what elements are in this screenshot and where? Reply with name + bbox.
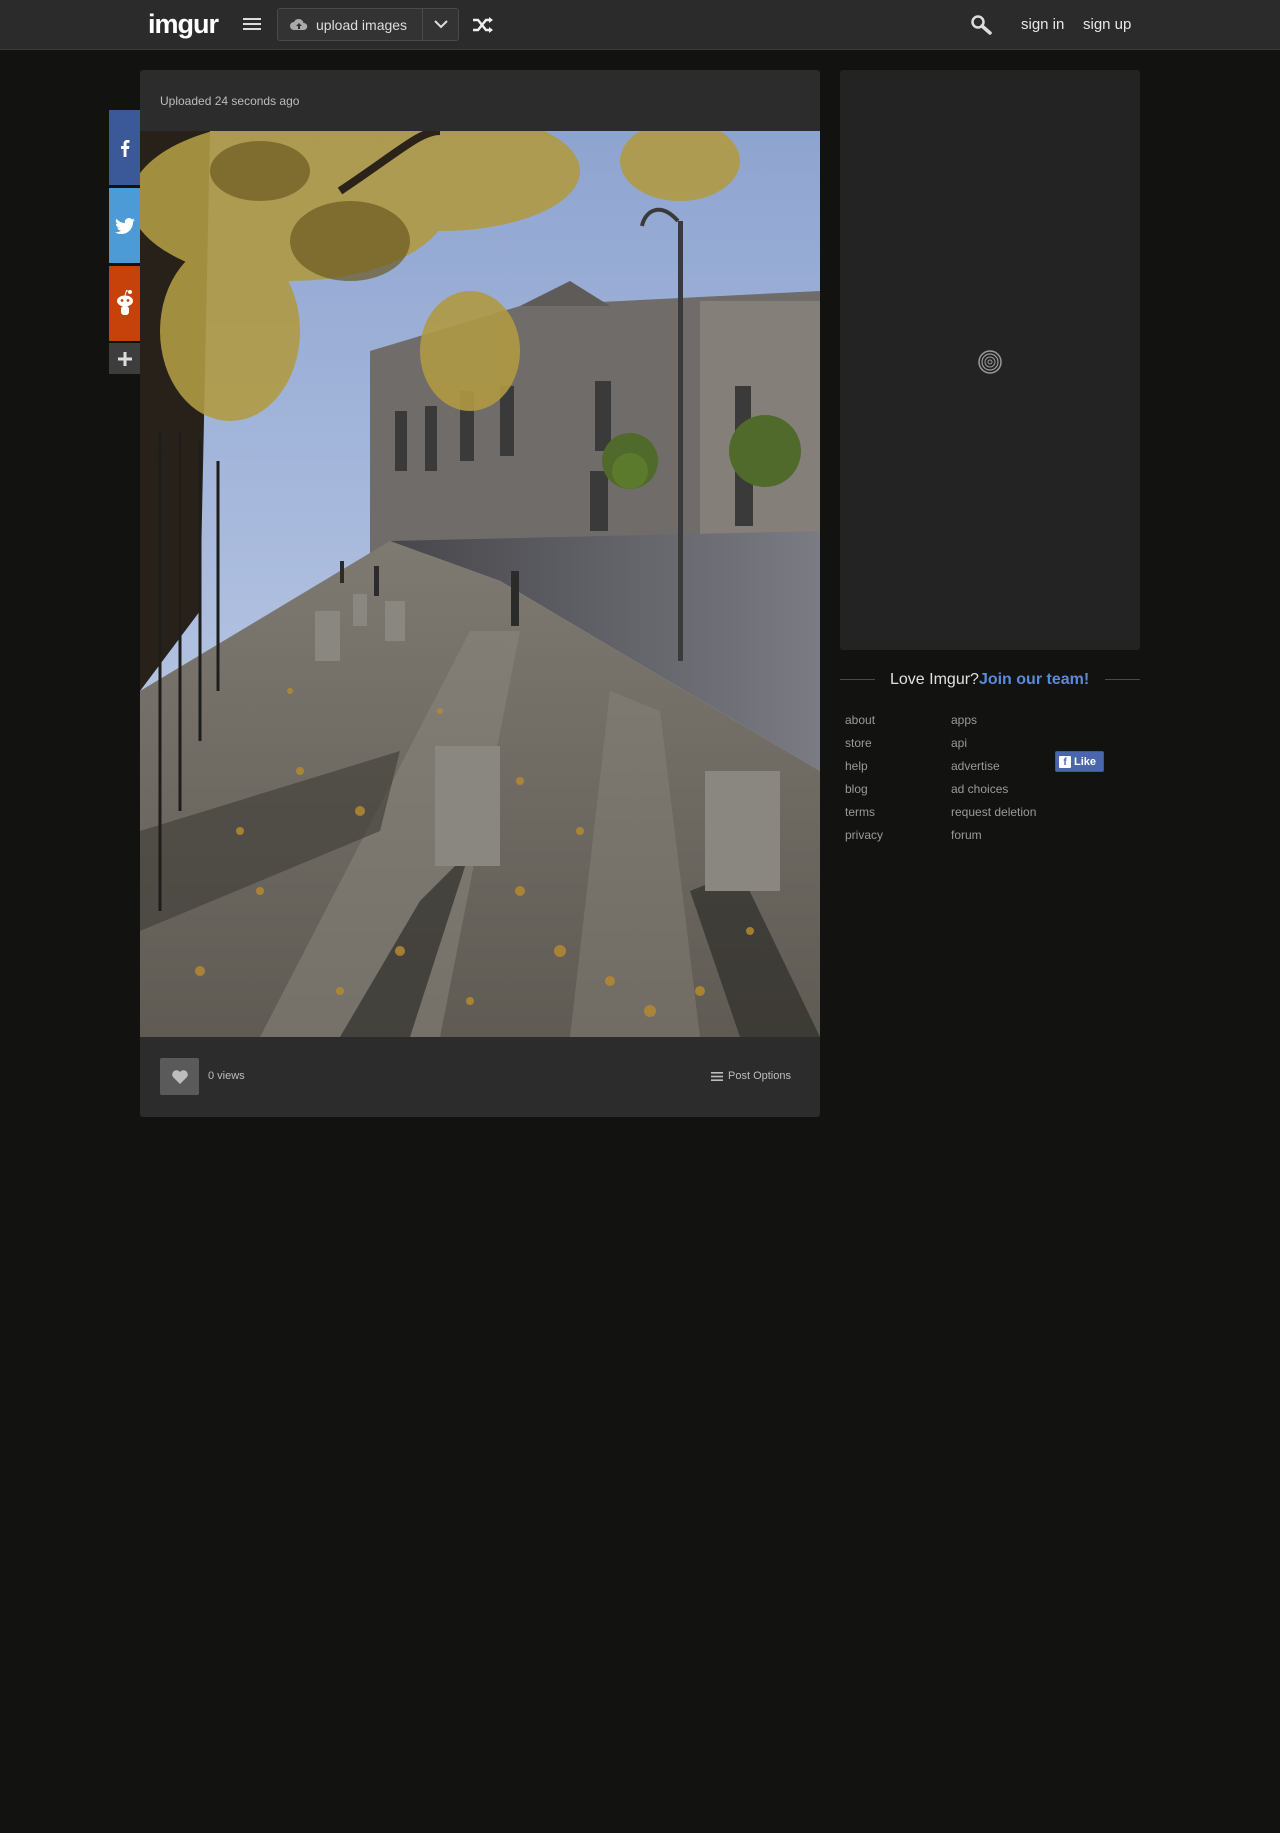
facebook-icon — [120, 139, 129, 157]
hamburger-menu-icon[interactable] — [243, 18, 261, 31]
advertisement-panel — [840, 70, 1140, 650]
share-facebook-button[interactable] — [109, 110, 140, 185]
sign-up-link[interactable]: sign up — [1083, 16, 1131, 33]
footer-link-apps[interactable]: apps — [951, 713, 977, 727]
footer-link-api[interactable]: api — [951, 736, 967, 750]
street-photo — [140, 131, 820, 1037]
top-nav-bar: imgur upload images sign in sign up — [0, 0, 1280, 50]
sign-in-link[interactable]: sign in — [1021, 16, 1064, 33]
logo-text: imgur — [148, 9, 219, 39]
facebook-f-icon: f — [1059, 755, 1071, 768]
twitter-icon — [114, 217, 135, 234]
upload-images-button[interactable]: upload images — [278, 9, 422, 40]
loading-spinner-icon — [978, 350, 1002, 379]
chevron-down-icon — [433, 20, 448, 29]
footer-link-terms[interactable]: terms — [845, 805, 875, 819]
footer-link-request-deletion[interactable]: request deletion — [951, 805, 1036, 819]
list-icon — [711, 1071, 723, 1081]
footer-link-ad-choices[interactable]: ad choices — [951, 782, 1008, 796]
love-imgur-text: Love Imgur? — [890, 671, 979, 688]
upload-dropdown-button[interactable] — [422, 9, 458, 40]
join-our-team-link[interactable]: Join our team! — [979, 671, 1089, 688]
heart-icon — [171, 1069, 188, 1084]
footer-link-about[interactable]: about — [845, 713, 875, 727]
uploaded-time: 24 seconds ago — [214, 94, 300, 108]
footer-link-advertise[interactable]: advertise — [951, 759, 1000, 773]
search-icon[interactable] — [971, 15, 993, 40]
post-header: Uploaded 24 seconds ago — [160, 94, 299, 108]
upload-images-label: upload images — [316, 16, 408, 33]
imgur-logo[interactable]: imgur — [148, 9, 219, 40]
plus-icon — [117, 351, 132, 366]
divider-left — [840, 679, 875, 680]
facebook-like-button[interactable]: f Like — [1055, 751, 1104, 772]
divider-right — [1105, 679, 1140, 680]
footer-link-privacy[interactable]: privacy — [845, 828, 883, 842]
post-options-label: Post Options — [728, 1070, 791, 1082]
post-options-button[interactable]: Post Options — [711, 1070, 791, 1082]
footer-link-forum[interactable]: forum — [951, 828, 982, 842]
love-imgur-banner: Love Imgur?Join our team! — [890, 671, 1089, 689]
cloud-upload-icon — [290, 18, 308, 30]
views-count: 0 views — [208, 1070, 245, 1082]
share-more-button[interactable] — [109, 343, 140, 374]
uploaded-label: Uploaded — [160, 94, 212, 108]
post-image[interactable] — [140, 131, 820, 1037]
reddit-alien-icon — [116, 289, 133, 315]
upload-button-group: upload images — [277, 8, 459, 41]
random-shuffle-icon[interactable] — [472, 17, 494, 38]
facebook-like-label: Like — [1074, 755, 1097, 768]
share-twitter-button[interactable] — [109, 188, 140, 263]
share-reddit-button[interactable] — [109, 266, 140, 341]
footer-link-store[interactable]: store — [845, 736, 872, 750]
footer-link-blog[interactable]: blog — [845, 782, 868, 796]
footer-link-help[interactable]: help — [845, 759, 868, 773]
favorite-button[interactable] — [160, 1058, 199, 1095]
post-container: Uploaded 24 seconds ago 0 views Post Opt… — [140, 70, 820, 1117]
